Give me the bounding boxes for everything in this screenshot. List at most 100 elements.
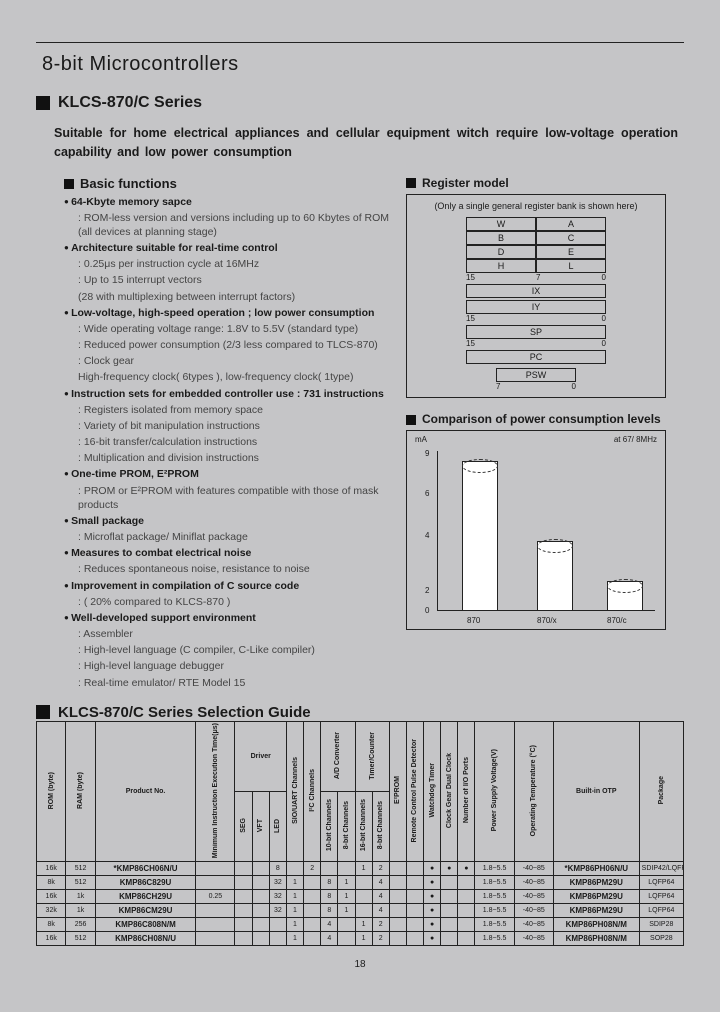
feature-sub: : Reduced power consumption (2/3 less co…	[64, 338, 396, 352]
table-cell	[286, 862, 303, 876]
table-cell: 512	[66, 876, 95, 890]
table-header-row: ROM (byte) RAM (byte) Product No. Minimu…	[37, 721, 684, 791]
reg-cell: D	[466, 245, 536, 259]
table-cell: SDIP28	[639, 918, 683, 932]
table-cell	[235, 932, 252, 946]
table-cell	[441, 876, 458, 890]
table-cell: ●	[424, 862, 441, 876]
table-cell: 4	[372, 904, 389, 918]
table-cell: LQFP64	[639, 904, 683, 918]
table-cell: 1	[286, 876, 303, 890]
table-cell	[235, 918, 252, 932]
col-product: Product No.	[95, 721, 195, 861]
square-bullet-icon	[64, 179, 74, 189]
table-cell	[406, 862, 423, 876]
table-cell: ●	[424, 876, 441, 890]
table-cell: KMP86C829U	[95, 876, 195, 890]
table-cell	[252, 904, 269, 918]
page-title: 8-bit Microcontrollers	[42, 53, 684, 76]
table-cell	[235, 876, 252, 890]
table-row: 8k512KMP86C829U321814●1.8~5.5-40~85KMP86…	[37, 876, 684, 890]
feature-sub: : Assembler	[64, 627, 396, 641]
feature-sub: : Real-time emulator/ RTE Model 15	[64, 676, 396, 690]
feature-sub: : High-level language (C compiler, C-Lik…	[64, 643, 396, 657]
table-cell	[304, 904, 321, 918]
register-pairs: WA BC DE HL	[466, 217, 606, 273]
table-cell: 8	[321, 904, 338, 918]
square-bullet-icon	[406, 415, 416, 425]
table-cell: KMP86CH08N/U	[95, 932, 195, 946]
table-cell: -40~85	[514, 904, 553, 918]
table-cell: 1	[286, 904, 303, 918]
table-cell: 1	[286, 932, 303, 946]
col-wdt: Watchdog Timer	[424, 721, 441, 861]
table-cell	[196, 862, 235, 876]
table-cell: -40~85	[514, 918, 553, 932]
left-column: Basic functions 64-Kbyte memory sapce : …	[36, 176, 396, 690]
table-cell: 32	[269, 876, 286, 890]
table-cell	[406, 918, 423, 932]
feature-item: Well-developed support environment	[64, 611, 396, 625]
table-cell: 2	[372, 918, 389, 932]
col-ad8: 8-bit Channels	[338, 791, 355, 861]
table-cell	[269, 932, 286, 946]
table-cell: 16k	[37, 890, 66, 904]
table-cell	[355, 904, 372, 918]
table-cell: -40~85	[514, 932, 553, 946]
table-cell: -40~85	[514, 862, 553, 876]
table-cell: 32	[269, 890, 286, 904]
table-cell: 8	[321, 876, 338, 890]
table-cell	[235, 862, 252, 876]
table-cell: 2	[304, 862, 321, 876]
feature-sub: : PROM or E²PROM with features compatibl…	[64, 484, 396, 512]
page-number: 18	[36, 959, 684, 970]
reg-psw: PSW	[496, 368, 576, 382]
col-rom: ROM (byte)	[37, 721, 66, 861]
table-cell	[406, 932, 423, 946]
table-cell: 4	[372, 890, 389, 904]
col-tc8: 8-bit Channels	[372, 791, 389, 861]
table-cell: 8k	[37, 918, 66, 932]
feature-sub: : Registers isolated from memory space	[64, 403, 396, 417]
table-cell: 1.8~5.5	[475, 890, 514, 904]
series-title: KLCS-870/C Series	[58, 94, 202, 112]
table-cell: 1	[286, 890, 303, 904]
table-cell	[389, 876, 406, 890]
table-cell: 0.25	[196, 890, 235, 904]
table-cell	[338, 932, 355, 946]
col-driver-group: Driver	[235, 721, 286, 791]
table-cell: 1.8~5.5	[475, 862, 514, 876]
col-seg: SEG	[235, 791, 252, 861]
table-cell: -40~85	[514, 876, 553, 890]
col-pkg: Package	[639, 721, 683, 861]
top-rule	[36, 42, 684, 43]
feature-item: Improvement in compilation of C source c…	[64, 579, 396, 593]
feature-item: Architecture suitable for real-time cont…	[64, 241, 396, 255]
feature-sub: : Clock gear	[64, 354, 396, 368]
table-cell: 512	[66, 862, 95, 876]
col-io: Number of I/O Ports	[458, 721, 475, 861]
table-row: 8k256KMP86C808N/M1412●1.8~5.5-40~85KMP86…	[37, 918, 684, 932]
table-cell	[338, 862, 355, 876]
table-cell	[441, 890, 458, 904]
table-cell	[406, 876, 423, 890]
chart-category: 870/c	[607, 616, 627, 625]
feature-sub: : Multiplication and division instructio…	[64, 451, 396, 465]
table-cell: 2	[372, 932, 389, 946]
feature-sub: : ( 20% compared to KLCS-870 )	[64, 595, 396, 609]
table-row: 32k1kKMP86CM29U321814●1.8~5.5-40~85KMP86…	[37, 904, 684, 918]
table-cell: ●	[424, 890, 441, 904]
square-bullet-icon	[36, 705, 50, 719]
table-cell: 1.8~5.5	[475, 904, 514, 918]
table-cell: ●	[424, 932, 441, 946]
table-cell	[252, 890, 269, 904]
table-cell: 1	[338, 890, 355, 904]
table-cell: LQFP64	[639, 876, 683, 890]
table-cell: KMP86CM29U	[95, 904, 195, 918]
table-row: 16k512*KMP86CH06N/U8212●●●1.8~5.5-40~85*…	[37, 862, 684, 876]
table-cell	[196, 876, 235, 890]
table-cell: SDIP42/LQFP44	[639, 862, 683, 876]
table-cell: 1k	[66, 890, 95, 904]
table-cell	[441, 932, 458, 946]
table-cell	[235, 890, 252, 904]
